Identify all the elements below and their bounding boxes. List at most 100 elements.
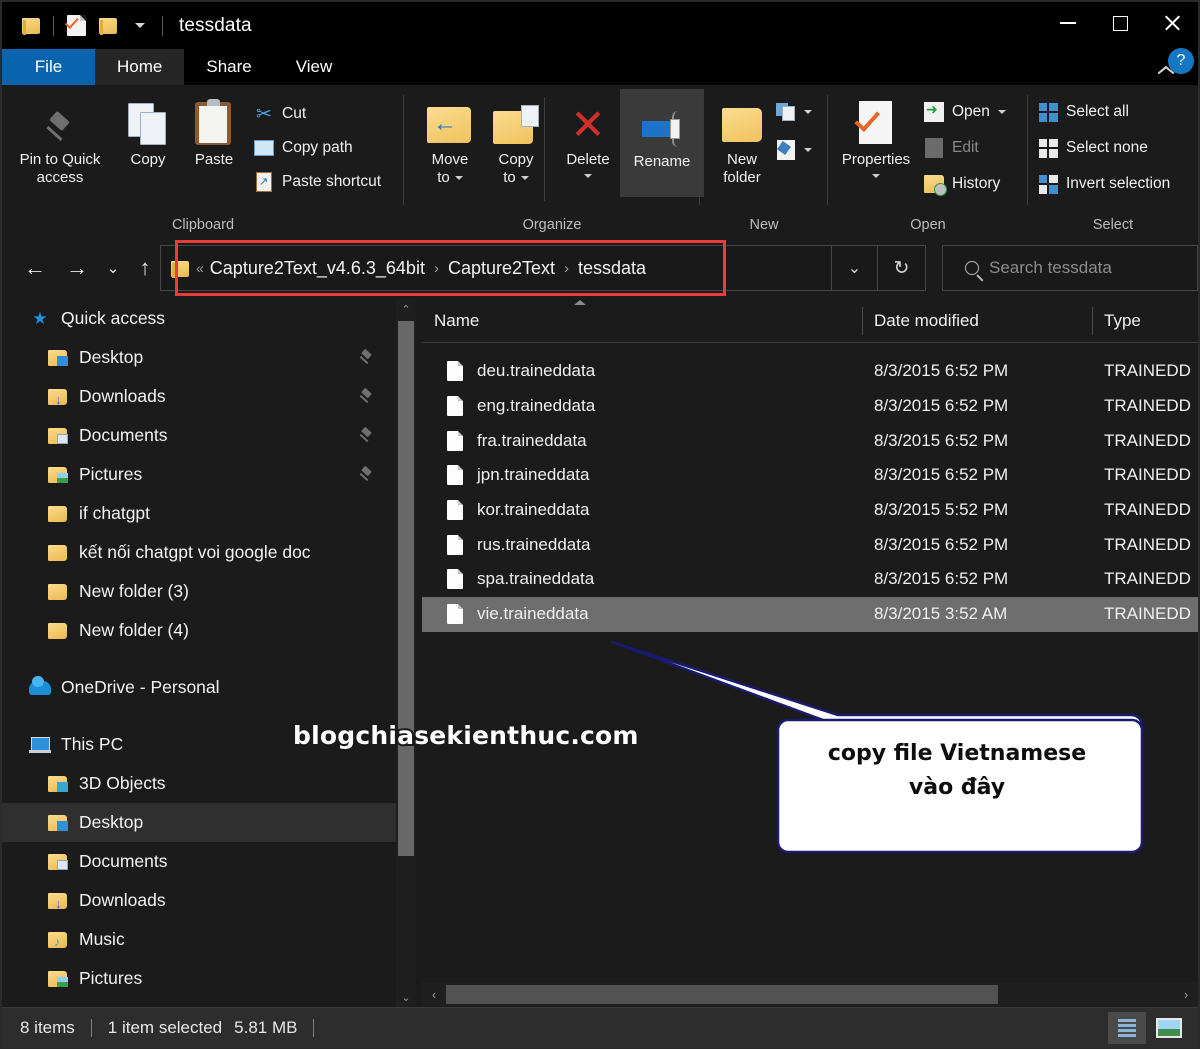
- address-bar[interactable]: « Capture2Text_v4.6.3_64bit › Capture2Te…: [160, 245, 832, 291]
- pin-icon[interactable]: [359, 350, 374, 365]
- table-row[interactable]: deu.traineddata 8/3/2015 6:52 PM TRAINED…: [422, 354, 1198, 389]
- table-row[interactable]: vie.traineddata 8/3/2015 3:52 AM TRAINED…: [422, 596, 1198, 632]
- delete-button[interactable]: ✕ Delete: [546, 93, 630, 178]
- sidebar-item-quick-access[interactable]: ★ Quick access: [2, 299, 398, 338]
- address-dropdown-chevron-down-icon[interactable]: ⌄: [832, 245, 878, 291]
- select-none-button[interactable]: Select none: [1038, 135, 1148, 161]
- sidebar-item-onedrive[interactable]: OneDrive - Personal: [2, 668, 398, 707]
- paste-shortcut-button[interactable]: Paste shortcut: [254, 169, 381, 195]
- pin-icon[interactable]: [359, 428, 374, 443]
- sidebar-item-new-folder-3[interactable]: New folder (3): [2, 572, 398, 611]
- callout-text: copy file Vietnamese vào đây: [792, 737, 1122, 805]
- sidebar-item-desktop-qa[interactable]: Desktop: [2, 338, 398, 377]
- table-row[interactable]: spa.traineddata 8/3/2015 6:52 PM TRAINED…: [422, 562, 1198, 597]
- new-folder-button[interactable]: New folder: [700, 93, 784, 187]
- properties-button[interactable]: Properties: [828, 93, 924, 178]
- history-button[interactable]: History: [924, 171, 1000, 197]
- breadcrumb-item-1[interactable]: Capture2Text: [448, 258, 555, 279]
- new-item-button[interactable]: [776, 99, 812, 125]
- open-chevron-down-icon[interactable]: [997, 110, 1006, 114]
- sidebar-item-pictures-qa[interactable]: Pictures: [2, 455, 398, 494]
- breadcrumb-separator-0[interactable]: ›: [434, 260, 439, 277]
- tab-file[interactable]: File: [2, 49, 95, 85]
- properties-chevron-down-icon[interactable]: [872, 174, 880, 178]
- sidebar-item-if-chatgpt[interactable]: if chatgpt: [2, 494, 398, 533]
- sidebar-item-documents-qa[interactable]: Documents: [2, 416, 398, 455]
- edit-button[interactable]: Edit: [924, 135, 979, 161]
- paste-button[interactable]: Paste: [172, 93, 256, 169]
- move-to-label-1: Move: [431, 151, 469, 168]
- folder-desktop-icon: [46, 349, 70, 366]
- sidebar-item-new-folder-4[interactable]: New folder (4): [2, 611, 398, 650]
- new-item-chevron-down-icon[interactable]: [804, 110, 812, 114]
- forward-arrow-right-icon[interactable]: →: [62, 253, 92, 283]
- table-row[interactable]: fra.traineddata 8/3/2015 6:52 PM TRAINED…: [422, 423, 1198, 458]
- sidebar-item-music[interactable]: ♪ Music: [2, 920, 398, 959]
- easy-access-button[interactable]: [776, 137, 812, 163]
- sidebar-item-documents[interactable]: Documents: [2, 842, 398, 881]
- folder-3d-icon: [46, 775, 70, 792]
- tab-share[interactable]: Share: [184, 49, 273, 85]
- breadcrumb-item-0[interactable]: Capture2Text_v4.6.3_64bit: [210, 258, 425, 279]
- table-row[interactable]: kor.traineddata 8/3/2015 5:52 PM TRAINED…: [422, 493, 1198, 528]
- table-row[interactable]: jpn.traineddata 8/3/2015 6:52 PM TRAINED…: [422, 458, 1198, 493]
- sidebar-item-3d-objects[interactable]: 3D Objects: [2, 764, 398, 803]
- hscroll-right-chevron-right-icon[interactable]: ›: [1174, 982, 1198, 1007]
- folder-icon: [46, 622, 70, 639]
- sidebar-scroll-down-chevron-down-icon[interactable]: ⌄: [396, 987, 416, 1007]
- search-input[interactable]: Search tessdata: [942, 245, 1198, 291]
- delete-chevron-down-icon[interactable]: [584, 174, 592, 178]
- back-arrow-left-icon[interactable]: ←: [20, 253, 50, 283]
- easy-access-chevron-down-icon[interactable]: [804, 148, 812, 152]
- new-folder-label-1: New: [726, 151, 757, 168]
- rename-label: Rename: [633, 153, 691, 170]
- qat-folder-icon[interactable]: [15, 9, 47, 43]
- new-folder-label-2: folder: [723, 169, 761, 186]
- tab-home[interactable]: Home: [95, 49, 185, 85]
- hscroll-left-chevron-left-icon[interactable]: ‹: [422, 982, 446, 1007]
- file-list-horizontal-scrollbar[interactable]: ‹ ›: [422, 982, 1198, 1007]
- sidebar-scroll-thumb[interactable]: [398, 321, 414, 856]
- breadcrumb-separator-1[interactable]: ›: [564, 260, 569, 277]
- up-arrow-up-icon[interactable]: ↑: [130, 253, 160, 283]
- table-row[interactable]: eng.traineddata 8/3/2015 6:52 PM TRAINED…: [422, 389, 1198, 424]
- maximize-button[interactable]: [1094, 2, 1146, 44]
- copy-to-chevron-down-icon[interactable]: [520, 176, 529, 180]
- sidebar-item-pictures[interactable]: Pictures: [2, 959, 398, 998]
- minimize-button[interactable]: [1042, 2, 1094, 44]
- move-to-chevron-down-icon[interactable]: [454, 176, 463, 180]
- sidebar-label-music: Music: [79, 929, 125, 949]
- qat-properties-icon[interactable]: [60, 9, 92, 43]
- rename-button[interactable]: Rename: [620, 89, 704, 197]
- breadcrumb-overflow-icon[interactable]: «: [196, 260, 204, 276]
- pin-icon[interactable]: [359, 389, 374, 404]
- column-header-date-modified[interactable]: Date modified: [862, 299, 1092, 343]
- open-button[interactable]: Open: [924, 99, 1006, 125]
- select-all-button[interactable]: Select all: [1038, 99, 1129, 125]
- sidebar-scrollbar[interactable]: ⌃ ⌄: [396, 299, 416, 1007]
- invert-selection-button[interactable]: Invert selection: [1038, 171, 1170, 197]
- file-name: fra.traineddata: [477, 430, 587, 450]
- qat-customize-chevron-down-icon[interactable]: [124, 9, 156, 43]
- recent-locations-chevron-down-icon[interactable]: ⌄: [98, 253, 128, 283]
- close-button[interactable]: [1146, 2, 1198, 44]
- sidebar-item-ket-noi-chatgpt[interactable]: kết nối chatgpt voi google doc: [2, 533, 398, 572]
- pin-to-quick-access-button[interactable]: Pin to Quick access: [18, 93, 102, 187]
- hscroll-thumb[interactable]: [446, 985, 998, 1004]
- large-icons-view-icon[interactable]: [1150, 1012, 1188, 1044]
- column-header-name[interactable]: Name: [422, 299, 862, 343]
- qat-new-folder-icon[interactable]: [92, 9, 124, 43]
- breadcrumb-item-2[interactable]: tessdata: [578, 258, 646, 279]
- column-header-type[interactable]: Type: [1092, 299, 1198, 343]
- details-view-icon[interactable]: [1108, 1012, 1146, 1044]
- sidebar-item-downloads-qa[interactable]: ↓ Downloads: [2, 377, 398, 416]
- refresh-icon[interactable]: ↻: [878, 245, 926, 291]
- pin-icon[interactable]: [359, 467, 374, 482]
- copy-path-button[interactable]: Copy path: [254, 135, 353, 161]
- table-row[interactable]: rus.traineddata 8/3/2015 6:52 PM TRAINED…: [422, 527, 1198, 562]
- sidebar-item-downloads[interactable]: ↓ Downloads: [2, 881, 398, 920]
- tab-view[interactable]: View: [274, 49, 355, 85]
- sidebar-item-desktop[interactable]: Desktop: [2, 803, 398, 842]
- cut-button[interactable]: ✂ Cut: [254, 101, 306, 127]
- sidebar-scroll-up-chevron-up-icon[interactable]: ⌃: [396, 299, 416, 319]
